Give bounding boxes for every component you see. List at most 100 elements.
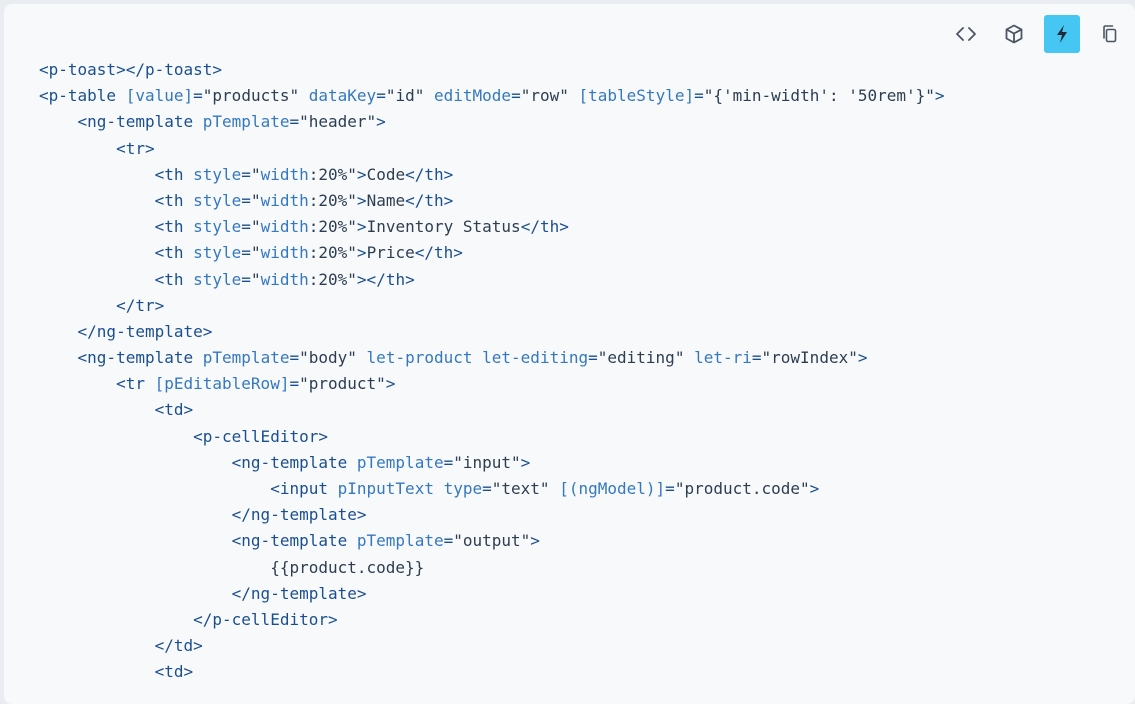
code-toggle-button[interactable]: [948, 15, 984, 53]
code-token: ": [250, 269, 261, 289]
code-token: let-product let-editing: [366, 348, 589, 368]
code-token: =: [376, 86, 386, 106]
code-panel: <p-toast></p-toast> <p-table [value]="pro…: [4, 4, 1135, 704]
code-line: </td>: [39, 633, 945, 659]
code-token: >: [857, 348, 868, 368]
code-token: ": [250, 190, 261, 210]
code-line: </tr>: [39, 293, 945, 319]
code-token: </th>: [405, 190, 454, 210]
code-token: =: [588, 348, 598, 368]
code-brackets-icon: [956, 26, 976, 42]
code-token: Name: [366, 190, 406, 210]
code-token: </tr>: [116, 295, 165, 315]
code-line: <p-table [value]="products" dataKey="id"…: [39, 83, 945, 109]
code-token: style: [193, 164, 242, 184]
code-token: >: [376, 112, 386, 132]
code-token: width: [260, 190, 309, 210]
code-token: "input": [453, 452, 521, 472]
code-line: </ng-template>: [39, 319, 945, 345]
code-token: {{product.code}}: [270, 557, 425, 577]
code-token: >: [356, 190, 367, 210]
code-token: pTemplate: [356, 531, 444, 551]
code-token: <th: [154, 243, 194, 263]
code-token: "product.code": [674, 479, 810, 498]
code-token: "id": [385, 86, 434, 106]
code-token: >: [934, 86, 945, 106]
code-line: <th style="width:20%"></th>: [39, 267, 945, 293]
copy-icon: [1101, 24, 1119, 44]
code-token: =: [443, 531, 454, 551]
code-token: :20%": [308, 269, 357, 289]
code-token: :20%": [308, 217, 357, 237]
code-token: Inventory Status: [366, 217, 521, 237]
code-token: let-ri: [694, 348, 752, 368]
code-line: </ng-template>: [39, 581, 945, 607]
code-token: =: [665, 479, 675, 498]
code-line: <td>: [39, 397, 945, 423]
code-token: =: [289, 348, 300, 368]
code-token: ": [250, 164, 261, 184]
code-token: "rowIndex": [761, 348, 858, 368]
stackblitz-box-button[interactable]: [996, 15, 1032, 53]
code-line: <p-cellEditor>: [39, 424, 945, 450]
code-token: >: [385, 374, 396, 394]
code-token: >: [520, 452, 531, 472]
code-token: =: [289, 374, 300, 394]
code-token: style: [193, 217, 242, 237]
code-line: </p-cellEditor>: [39, 607, 945, 633]
code-token: "{'min-width': '50rem'}": [703, 86, 935, 106]
code-token: width: [260, 269, 309, 289]
code-token: >: [356, 217, 367, 237]
code-token: "row": [520, 86, 579, 106]
code-token: =: [241, 190, 251, 210]
code-token: </ng-template>: [231, 583, 367, 603]
code-token: </ng-template>: [231, 505, 367, 525]
code-line: <p-toast></p-toast>: [39, 57, 945, 83]
code-line: <input pInputText type="text" [(ngModel)…: [39, 476, 945, 502]
code-token: "products": [202, 86, 309, 106]
code-line: <th style="width:20%">Price</th>: [39, 240, 945, 266]
copy-button[interactable]: [1092, 15, 1128, 53]
code-token: style: [193, 243, 242, 263]
code-toolbar: [948, 15, 1128, 53]
code-token: Price: [366, 243, 415, 263]
code-token: :20%": [308, 190, 357, 210]
code-token: <tr>: [116, 138, 155, 158]
code-token: :20%": [308, 164, 357, 184]
stackblitz-button[interactable]: [1044, 15, 1080, 53]
code-token: </th>: [414, 243, 463, 263]
code-line: <ng-template pTemplate="header">: [39, 109, 945, 135]
code-token: >: [530, 531, 540, 551]
code-token: [(ngModel)]: [559, 479, 666, 498]
code-token: style: [193, 269, 242, 289]
code-token: <p-table: [39, 86, 126, 106]
lightning-bolt-icon: [1054, 24, 1070, 44]
code-token: <th: [154, 269, 194, 289]
code-line: <ng-template pTemplate="input">: [39, 450, 945, 476]
code-token: width: [260, 164, 309, 184]
code-token: pTemplate: [356, 452, 444, 472]
code-token: <ng-template: [231, 452, 357, 472]
code-token: editMode: [434, 86, 512, 106]
code-line: <th style="width:20%">Name</th>: [39, 188, 945, 214]
code-token: "header": [299, 112, 377, 132]
code-token: =: [241, 217, 251, 237]
code-token: :20%": [308, 243, 357, 263]
code-token: >: [356, 164, 367, 184]
code-token: <td>: [154, 662, 194, 682]
code-token: "editing": [597, 348, 695, 368]
code-token: ": [250, 243, 261, 263]
code-token: <tr: [116, 374, 155, 394]
